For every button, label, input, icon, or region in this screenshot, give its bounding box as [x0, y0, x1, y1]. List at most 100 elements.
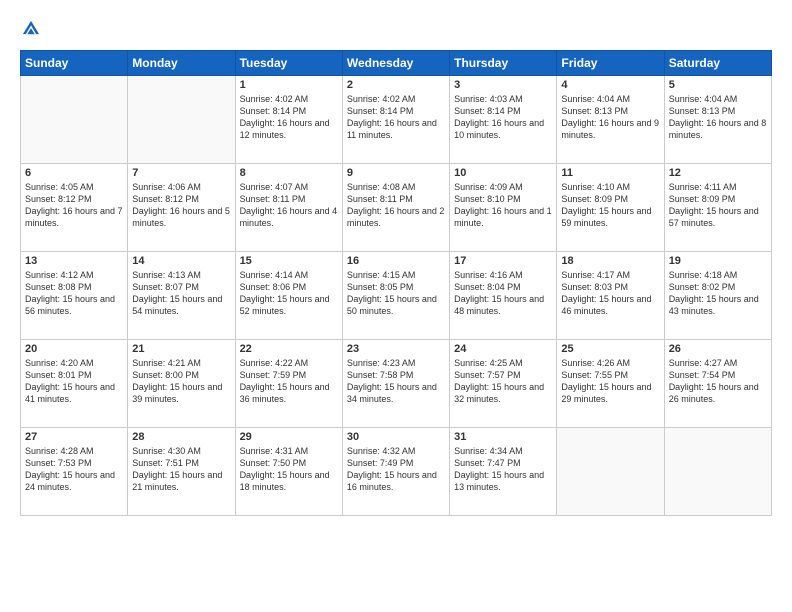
- day-cell-24: 24 Sunrise: 4:25 AM Sunset: 7:57 PM Dayli…: [450, 340, 557, 428]
- day-info: Sunrise: 4:34 AM Sunset: 7:47 PM Dayligh…: [454, 445, 552, 494]
- day-number: 1: [240, 79, 338, 91]
- day-cell-21: 21 Sunrise: 4:21 AM Sunset: 8:00 PM Dayli…: [128, 340, 235, 428]
- day-cell-14: 14 Sunrise: 4:13 AM Sunset: 8:07 PM Dayli…: [128, 252, 235, 340]
- week-row-3: 13 Sunrise: 4:12 AM Sunset: 8:08 PM Dayli…: [21, 252, 772, 340]
- day-number: 9: [347, 167, 445, 179]
- day-cell-10: 10 Sunrise: 4:09 AM Sunset: 8:10 PM Dayli…: [450, 164, 557, 252]
- page: SundayMondayTuesdayWednesdayThursdayFrid…: [0, 0, 792, 612]
- day-info: Sunrise: 4:07 AM Sunset: 8:11 PM Dayligh…: [240, 181, 338, 230]
- day-info: Sunrise: 4:09 AM Sunset: 8:10 PM Dayligh…: [454, 181, 552, 230]
- logo: [20, 18, 46, 40]
- day-info: Sunrise: 4:11 AM Sunset: 8:09 PM Dayligh…: [669, 181, 767, 230]
- day-cell-9: 9 Sunrise: 4:08 AM Sunset: 8:11 PM Daylig…: [342, 164, 449, 252]
- weekday-monday: Monday: [128, 51, 235, 76]
- weekday-tuesday: Tuesday: [235, 51, 342, 76]
- day-info: Sunrise: 4:20 AM Sunset: 8:01 PM Dayligh…: [25, 357, 123, 406]
- day-number: 5: [669, 79, 767, 91]
- day-number: 18: [561, 255, 659, 267]
- calendar-body: 1 Sunrise: 4:02 AM Sunset: 8:14 PM Daylig…: [21, 76, 772, 516]
- day-info: Sunrise: 4:23 AM Sunset: 7:58 PM Dayligh…: [347, 357, 445, 406]
- day-info: Sunrise: 4:04 AM Sunset: 8:13 PM Dayligh…: [561, 93, 659, 142]
- day-info: Sunrise: 4:02 AM Sunset: 8:14 PM Dayligh…: [240, 93, 338, 142]
- day-number: 8: [240, 167, 338, 179]
- day-number: 25: [561, 343, 659, 355]
- calendar: SundayMondayTuesdayWednesdayThursdayFrid…: [20, 50, 772, 516]
- weekday-friday: Friday: [557, 51, 664, 76]
- day-info: Sunrise: 4:10 AM Sunset: 8:09 PM Dayligh…: [561, 181, 659, 230]
- day-info: Sunrise: 4:06 AM Sunset: 8:12 PM Dayligh…: [132, 181, 230, 230]
- day-info: Sunrise: 4:25 AM Sunset: 7:57 PM Dayligh…: [454, 357, 552, 406]
- day-cell-26: 26Sunrise: 4:27 AM Sunset: 7:54 PM Dayli…: [664, 340, 771, 428]
- day-cell-5: 5 Sunrise: 4:04 AM Sunset: 8:13 PM Daylig…: [664, 76, 771, 164]
- day-info: Sunrise: 4:15 AM Sunset: 8:05 PM Dayligh…: [347, 269, 445, 318]
- day-cell-12: 12Sunrise: 4:11 AM Sunset: 8:09 PM Dayli…: [664, 164, 771, 252]
- weekday-sunday: Sunday: [21, 51, 128, 76]
- day-info: Sunrise: 4:26 AM Sunset: 7:55 PM Dayligh…: [561, 357, 659, 406]
- day-number: 14: [132, 255, 230, 267]
- weekday-header-row: SundayMondayTuesdayWednesdayThursdayFrid…: [21, 51, 772, 76]
- weekday-saturday: Saturday: [664, 51, 771, 76]
- day-info: Sunrise: 4:14 AM Sunset: 8:06 PM Dayligh…: [240, 269, 338, 318]
- day-cell-13: 13 Sunrise: 4:12 AM Sunset: 8:08 PM Dayli…: [21, 252, 128, 340]
- day-number: 2: [347, 79, 445, 91]
- day-cell-27: 27Sunrise: 4:28 AM Sunset: 7:53 PM Dayli…: [21, 428, 128, 516]
- day-info: Sunrise: 4:12 AM Sunset: 8:08 PM Dayligh…: [25, 269, 123, 318]
- day-info: Sunrise: 4:22 AM Sunset: 7:59 PM Dayligh…: [240, 357, 338, 406]
- logo-icon: [20, 18, 42, 40]
- day-number: 13: [25, 255, 123, 267]
- day-cell-11: 11 Sunrise: 4:10 AM Sunset: 8:09 PM Dayli…: [557, 164, 664, 252]
- day-info: Sunrise: 4:30 AM Sunset: 7:51 PM Dayligh…: [132, 445, 230, 494]
- day-number: 29: [240, 431, 338, 443]
- empty-cell: [664, 428, 771, 516]
- day-number: 10: [454, 167, 552, 179]
- day-number: 24: [454, 343, 552, 355]
- week-row-4: 20Sunrise: 4:20 AM Sunset: 8:01 PM Dayli…: [21, 340, 772, 428]
- day-cell-4: 4 Sunrise: 4:04 AM Sunset: 8:13 PM Daylig…: [557, 76, 664, 164]
- day-cell-28: 28 Sunrise: 4:30 AM Sunset: 7:51 PM Dayli…: [128, 428, 235, 516]
- day-number: 28: [132, 431, 230, 443]
- day-cell-16: 16 Sunrise: 4:15 AM Sunset: 8:05 PM Dayli…: [342, 252, 449, 340]
- empty-cell: [128, 76, 235, 164]
- day-info: Sunrise: 4:13 AM Sunset: 8:07 PM Dayligh…: [132, 269, 230, 318]
- day-cell-17: 17 Sunrise: 4:16 AM Sunset: 8:04 PM Dayli…: [450, 252, 557, 340]
- day-info: Sunrise: 4:16 AM Sunset: 8:04 PM Dayligh…: [454, 269, 552, 318]
- day-number: 22: [240, 343, 338, 355]
- day-number: 16: [347, 255, 445, 267]
- day-cell-19: 19 Sunrise: 4:18 AM Sunset: 8:02 PM Dayli…: [664, 252, 771, 340]
- day-number: 30: [347, 431, 445, 443]
- empty-cell: [557, 428, 664, 516]
- day-cell-6: 6Sunrise: 4:05 AM Sunset: 8:12 PM Daylig…: [21, 164, 128, 252]
- day-cell-18: 18Sunrise: 4:17 AM Sunset: 8:03 PM Dayli…: [557, 252, 664, 340]
- day-cell-30: 30Sunrise: 4:32 AM Sunset: 7:49 PM Dayli…: [342, 428, 449, 516]
- day-cell-31: 31 Sunrise: 4:34 AM Sunset: 7:47 PM Dayli…: [450, 428, 557, 516]
- day-cell-7: 7 Sunrise: 4:06 AM Sunset: 8:12 PM Daylig…: [128, 164, 235, 252]
- day-cell-20: 20Sunrise: 4:20 AM Sunset: 8:01 PM Dayli…: [21, 340, 128, 428]
- day-cell-23: 23 Sunrise: 4:23 AM Sunset: 7:58 PM Dayli…: [342, 340, 449, 428]
- calendar-header: SundayMondayTuesdayWednesdayThursdayFrid…: [21, 51, 772, 76]
- day-number: 23: [347, 343, 445, 355]
- day-info: Sunrise: 4:04 AM Sunset: 8:13 PM Dayligh…: [669, 93, 767, 142]
- day-number: 19: [669, 255, 767, 267]
- day-info: Sunrise: 4:27 AM Sunset: 7:54 PM Dayligh…: [669, 357, 767, 406]
- day-number: 7: [132, 167, 230, 179]
- day-number: 4: [561, 79, 659, 91]
- day-number: 17: [454, 255, 552, 267]
- day-info: Sunrise: 4:21 AM Sunset: 8:00 PM Dayligh…: [132, 357, 230, 406]
- day-number: 11: [561, 167, 659, 179]
- header: [20, 18, 772, 40]
- day-cell-1: 1 Sunrise: 4:02 AM Sunset: 8:14 PM Daylig…: [235, 76, 342, 164]
- day-cell-2: 2Sunrise: 4:02 AM Sunset: 8:14 PM Daylig…: [342, 76, 449, 164]
- day-cell-3: 3Sunrise: 4:03 AM Sunset: 8:14 PM Daylig…: [450, 76, 557, 164]
- day-cell-29: 29 Sunrise: 4:31 AM Sunset: 7:50 PM Dayli…: [235, 428, 342, 516]
- day-info: Sunrise: 4:31 AM Sunset: 7:50 PM Dayligh…: [240, 445, 338, 494]
- weekday-thursday: Thursday: [450, 51, 557, 76]
- day-number: 31: [454, 431, 552, 443]
- day-number: 21: [132, 343, 230, 355]
- day-cell-22: 22 Sunrise: 4:22 AM Sunset: 7:59 PM Dayli…: [235, 340, 342, 428]
- day-info: Sunrise: 4:28 AM Sunset: 7:53 PM Dayligh…: [25, 445, 123, 494]
- week-row-1: 1 Sunrise: 4:02 AM Sunset: 8:14 PM Daylig…: [21, 76, 772, 164]
- day-info: Sunrise: 4:18 AM Sunset: 8:02 PM Dayligh…: [669, 269, 767, 318]
- day-info: Sunrise: 4:08 AM Sunset: 8:11 PM Dayligh…: [347, 181, 445, 230]
- week-row-5: 27Sunrise: 4:28 AM Sunset: 7:53 PM Dayli…: [21, 428, 772, 516]
- empty-cell: [21, 76, 128, 164]
